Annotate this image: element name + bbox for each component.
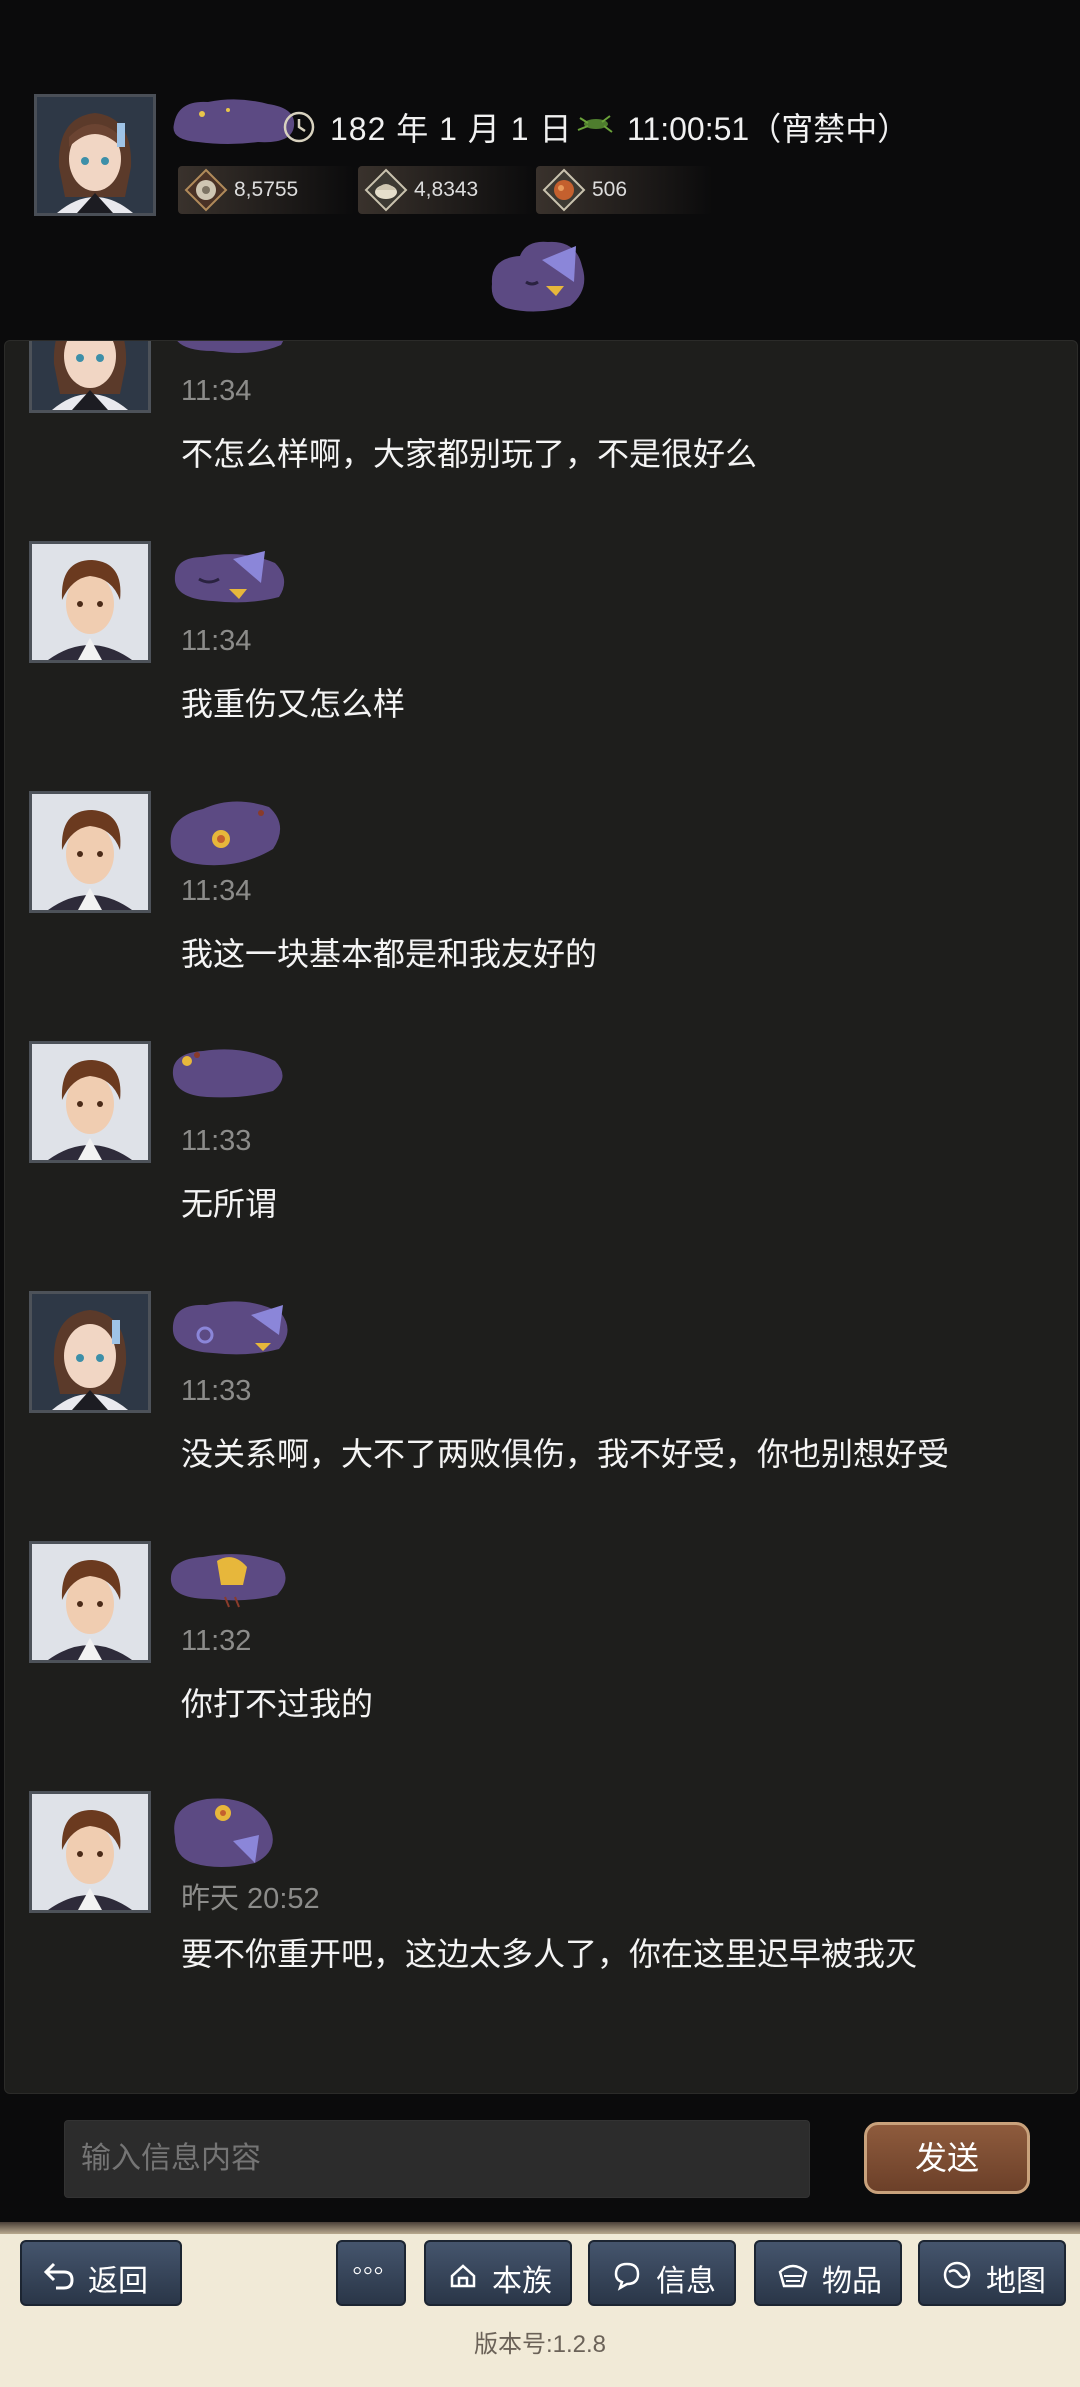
items-label: 物品: [822, 2265, 882, 2298]
message-time: 11:33: [181, 1375, 252, 1407]
avatar[interactable]: [29, 541, 151, 663]
resource-meat: 506: [536, 166, 712, 214]
female-portrait-icon: [32, 341, 148, 410]
coins-value: 8,5755: [234, 178, 299, 201]
meat-icon: [542, 168, 586, 212]
sender-name-censor-blob: [177, 341, 284, 353]
message-text: 要不你重开吧，这边太多人了，你在这里迟早被我灭: [181, 1936, 918, 1972]
message-text: 无所谓: [181, 1186, 278, 1222]
chat-message: 11:34 我这一块基本都是和我友好的: [5, 791, 1077, 1041]
coin-icon: [184, 168, 228, 212]
player-name-censor-blob: [173, 99, 295, 144]
male-portrait-icon: [32, 544, 148, 660]
message-time: 昨天 20:52: [181, 1883, 320, 1915]
avatar[interactable]: [29, 1291, 151, 1413]
grain-value: 4,8343: [414, 178, 479, 201]
sender-name-censor-blob: [172, 1049, 283, 1098]
more-dots-icon: ◦◦◦: [352, 2254, 384, 2287]
message-time: 11:34: [181, 625, 252, 657]
version-text: 版本号:1.2.8: [473, 2331, 607, 2358]
avatar[interactable]: [29, 1041, 151, 1163]
message-text: 没关系啊，大不了两败俱伤，我不好受，你也别想好受: [181, 1436, 950, 1472]
clan-label: 本族: [492, 2265, 552, 2298]
return-arrow-icon: [43, 2262, 74, 2290]
info-label: 信息: [656, 2265, 716, 2298]
bottom-navigation: 返回 ◦◦◦ 本族 信息 物品 地图: [0, 2222, 1080, 2387]
map-icon: [943, 2261, 971, 2289]
message-input[interactable]: [64, 2120, 810, 2198]
chat-message-list[interactable]: 11:34 不怎么样啊，大家都别玩了，不是很好么 11:34 我重伤又怎么样 1…: [4, 340, 1078, 2094]
back-label: 返回: [88, 2265, 148, 2298]
message-text: 不怎么样啊，大家都别玩了，不是很好么: [181, 436, 758, 472]
resource-grain: 4,8343: [358, 166, 534, 214]
chat-message: 11:32 你打不过我的: [5, 1541, 1077, 1791]
message-text: 我重伤又怎么样: [181, 686, 406, 722]
sender-name-censor-blob: [174, 551, 285, 603]
message-time: 11:32: [181, 1625, 252, 1657]
avatar[interactable]: [29, 341, 151, 413]
avatar[interactable]: [29, 1541, 151, 1663]
male-portrait-icon: [32, 1544, 148, 1660]
grain-icon: [364, 168, 408, 212]
male-portrait-icon: [32, 794, 148, 910]
clock-icon: [283, 111, 315, 143]
nav-map-button[interactable]: 地图: [918, 2240, 1066, 2306]
game-date: 182 年 1 月 1 日: [330, 111, 573, 147]
chat-message: 11:34 我重伤又怎么样: [5, 541, 1077, 791]
message-time: 11:34: [181, 875, 252, 907]
chat-bubble-icon: [614, 2262, 640, 2291]
nav-items-button[interactable]: 物品: [754, 2240, 902, 2306]
chat-message: 昨天 20:52 要不你重开吧，这边太多人了，你在这里迟早被我灭: [5, 1791, 1077, 2041]
sender-name-censor-blob: [170, 1554, 286, 1608]
male-portrait-icon: [32, 1044, 148, 1160]
chat-target-censor-blob: [491, 241, 585, 312]
resource-coins: 8,5755: [178, 166, 354, 214]
items-icon: [778, 2264, 808, 2288]
message-text: 我这一块基本都是和我友好的: [181, 936, 598, 972]
send-button[interactable]: 发送: [864, 2122, 1030, 2194]
avatar[interactable]: [29, 1791, 151, 1913]
message-time: 11:33: [181, 1125, 252, 1157]
nav-info-button[interactable]: 信息: [588, 2240, 736, 2306]
more-button[interactable]: ◦◦◦: [336, 2240, 406, 2306]
sender-name-censor-blob: [174, 1798, 273, 1867]
meat-value: 506: [592, 178, 628, 201]
nav-divider: [0, 2222, 1080, 2234]
message-text: 你打不过我的: [181, 1686, 374, 1722]
female-portrait-icon: [37, 97, 153, 213]
sender-name-censor-blob: [170, 801, 281, 866]
cricket-icon: [577, 115, 613, 133]
status-header: 182 年 1 月 1 日 11:00:51（宵禁中） 8,5755 4,834…: [0, 0, 1080, 330]
back-button[interactable]: 返回: [20, 2240, 182, 2306]
chat-message: 11:34 不怎么样啊，大家都别玩了，不是很好么: [5, 341, 1077, 541]
chat-message: 11:33 无所谓: [5, 1041, 1077, 1291]
message-time: 11:34: [181, 375, 252, 407]
game-time: 11:00:51（宵禁中）: [627, 111, 910, 147]
male-portrait-icon: [32, 1794, 148, 1910]
player-avatar[interactable]: [34, 94, 156, 216]
female-portrait-icon: [32, 1294, 148, 1410]
nav-clan-button[interactable]: 本族: [424, 2240, 572, 2306]
chat-message: 11:33 没关系啊，大不了两败俱伤，我不好受，你也别想好受: [5, 1291, 1077, 1541]
map-label: 地图: [986, 2265, 1046, 2298]
clan-icon: [450, 2264, 476, 2288]
avatar[interactable]: [29, 791, 151, 913]
sender-name-censor-blob: [172, 1301, 288, 1355]
